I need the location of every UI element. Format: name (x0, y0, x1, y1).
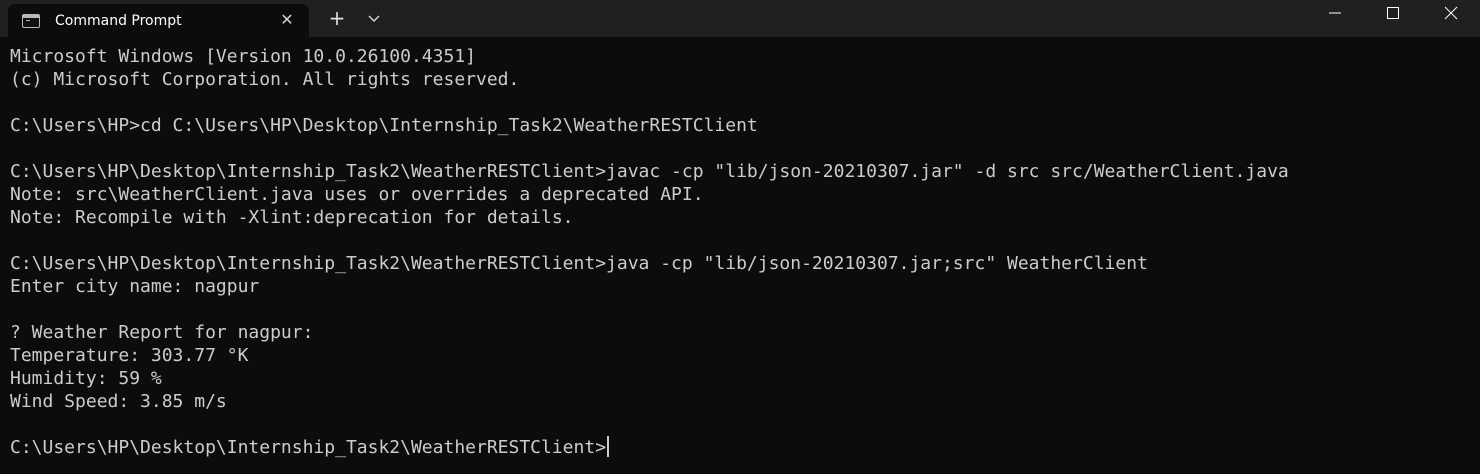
terminal-line: Enter city name: nagpur (10, 275, 1470, 298)
terminal-output[interactable]: Microsoft Windows [Version 10.0.26100.43… (0, 37, 1480, 474)
chevron-down-icon[interactable] (364, 8, 384, 28)
maximize-button[interactable] (1364, 0, 1422, 25)
terminal-line-text: C:\Users\HP>cd C:\Users\HP\Desktop\Inter… (10, 115, 758, 136)
tab-title: Command Prompt (55, 12, 182, 29)
terminal-line: (c) Microsoft Corporation. All rights re… (10, 68, 1470, 91)
minimize-button[interactable] (1306, 0, 1364, 25)
terminal-line-text: ? Weather Report for nagpur: (10, 322, 314, 343)
maximize-icon (1387, 6, 1399, 19)
close-icon (1444, 6, 1458, 19)
terminal-line-text: C:\Users\HP\Desktop\Internship_Task2\Wea… (10, 253, 1148, 274)
close-window-button[interactable] (1422, 0, 1480, 25)
terminal-line-text: Temperature: 303.77 °K (10, 345, 249, 366)
terminal-line: Microsoft Windows [Version 10.0.26100.43… (10, 45, 1470, 68)
title-bar[interactable]: Command Prompt ✕ + (0, 0, 1480, 37)
tab-command-prompt[interactable]: Command Prompt ✕ (8, 4, 309, 37)
terminal-line: C:\Users\HP\Desktop\Internship_Task2\Wea… (10, 160, 1470, 183)
terminal-line-text: (c) Microsoft Corporation. All rights re… (10, 69, 520, 90)
terminal-line-text: Humidity: 59 % (10, 368, 162, 389)
close-tab-icon[interactable]: ✕ (279, 12, 295, 28)
minimize-icon (1329, 12, 1341, 13)
terminal-line-text: Note: Recompile with -Xlint:deprecation … (10, 207, 574, 228)
new-tab-button[interactable]: + (326, 7, 348, 29)
terminal-line-text: C:\Users\HP\Desktop\Internship_Task2\Wea… (10, 437, 607, 458)
command-prompt-window: Command Prompt ✕ + Microsoft Windows [Ve… (0, 0, 1480, 474)
terminal-line: C:\Users\HP\Desktop\Internship_Task2\Wea… (10, 436, 1470, 459)
terminal-line-text: Microsoft Windows [Version 10.0.26100.43… (10, 46, 476, 67)
terminal-line-text: Wind Speed: 3.85 m/s (10, 391, 227, 412)
terminal-line: Humidity: 59 % (10, 367, 1470, 390)
terminal-line: Wind Speed: 3.85 m/s (10, 390, 1470, 413)
terminal-line: Temperature: 303.77 °K (10, 344, 1470, 367)
terminal-line-text: Enter city name: nagpur (10, 276, 260, 297)
terminal-line: Note: Recompile with -Xlint:deprecation … (10, 206, 1470, 229)
terminal-line: ? Weather Report for nagpur: (10, 321, 1470, 344)
terminal-line: C:\Users\HP>cd C:\Users\HP\Desktop\Inter… (10, 114, 1470, 137)
terminal-line-text: C:\Users\HP\Desktop\Internship_Task2\Wea… (10, 161, 1289, 182)
terminal-line: C:\Users\HP\Desktop\Internship_Task2\Wea… (10, 252, 1470, 275)
terminal-line-text: Note: src\WeatherClient.java uses or ove… (10, 184, 704, 205)
text-cursor (607, 436, 610, 457)
terminal-line: Note: src\WeatherClient.java uses or ove… (10, 183, 1470, 206)
cmd-icon (22, 13, 40, 28)
